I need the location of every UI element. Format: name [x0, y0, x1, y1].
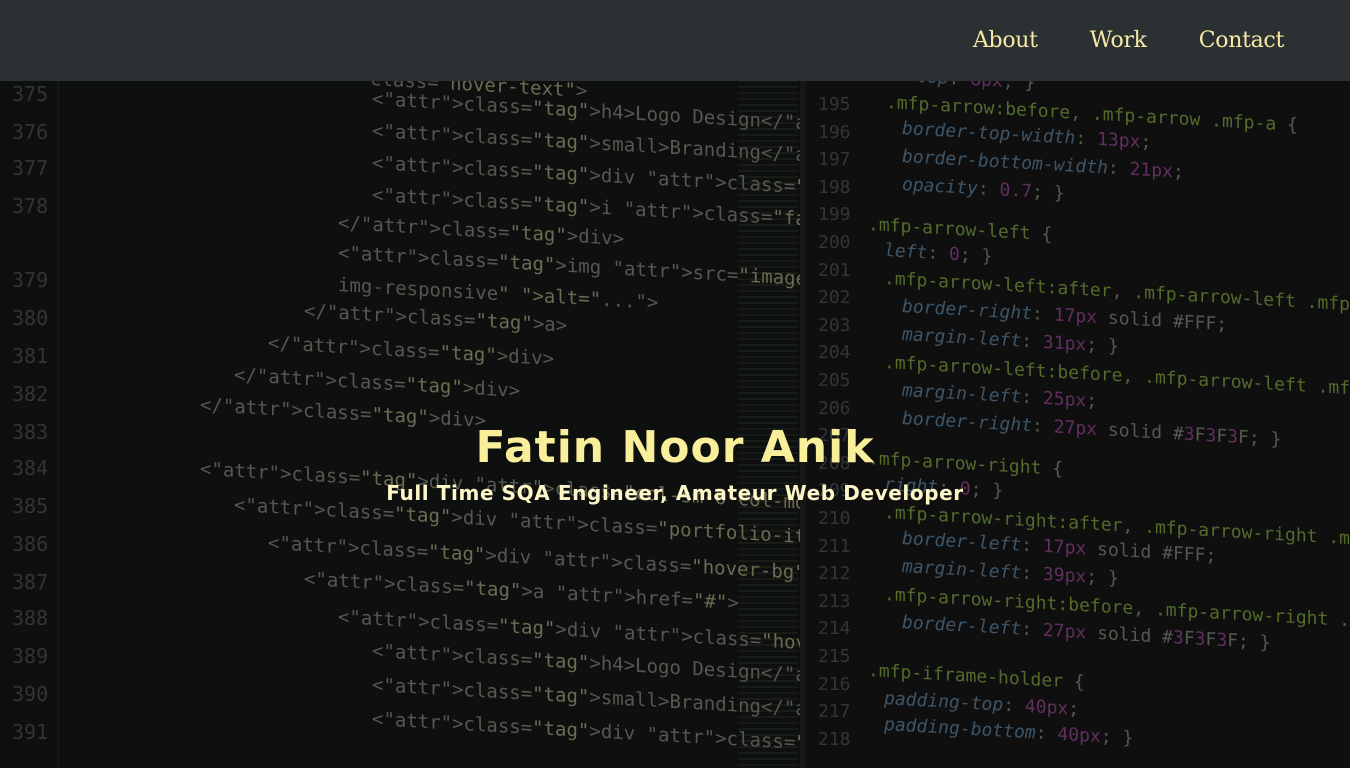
hero-title: Fatin Noor Anik [475, 422, 875, 473]
hero-subtitle: Full Time SQA Engineer, Amateur Web Deve… [386, 481, 964, 505]
background-code-image: 375 376 377 378 379 380 381 382 383 384 385 386 387 3… [0, 0, 1350, 768]
navbar: About Work Contact [0, 0, 1350, 81]
hero: Fatin Noor Anik Full Time SQA Engineer, … [0, 418, 1350, 508]
nav-link-work[interactable]: Work [1064, 0, 1173, 81]
nav-link-about[interactable]: About [947, 0, 1064, 81]
nav-link-contact[interactable]: Contact [1173, 0, 1310, 81]
nav-links: About Work Contact [947, 0, 1310, 81]
page: 375 376 377 378 379 380 381 382 383 384 385 386 387 3… [0, 0, 1350, 768]
background-overlay [0, 0, 1350, 768]
